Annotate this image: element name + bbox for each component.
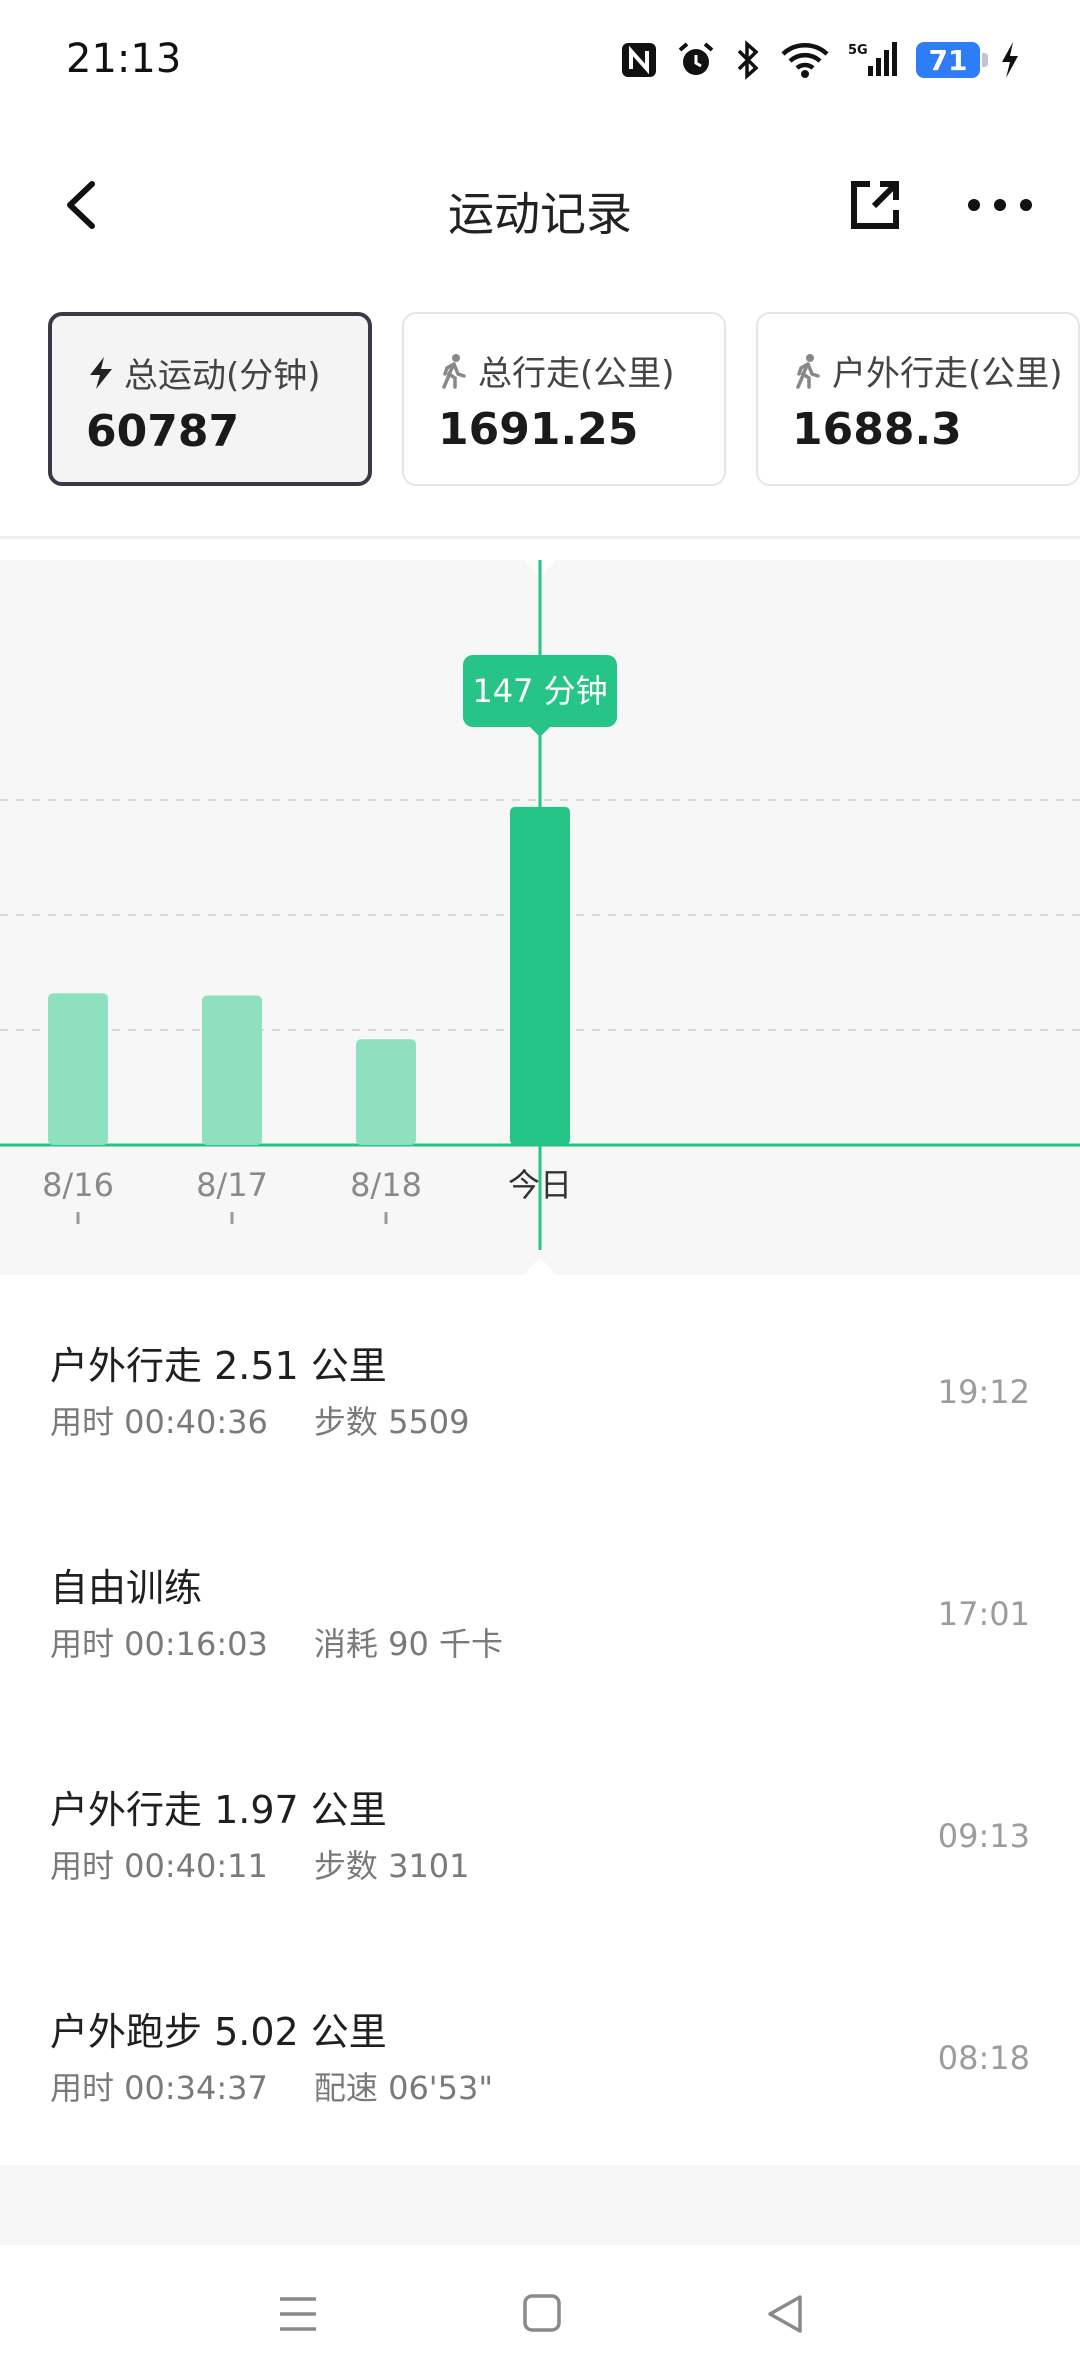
record-title: 户外行走 2.51 公里 — [50, 1344, 387, 1388]
app-header: 运动记录 — [0, 140, 1080, 270]
card-outdoor-walk[interactable]: 户外行走(公里) 1688.3 — [756, 312, 1080, 486]
nfc-icon — [620, 41, 658, 79]
record-duration: 用时 00:40:11 — [50, 1847, 268, 1885]
list-footer-space — [0, 2165, 1080, 2245]
record-details: 用时 00:40:36 步数 5509 — [50, 1397, 470, 1443]
charging-icon — [998, 40, 1022, 80]
card-label: 户外行走(公里) — [832, 354, 1063, 394]
wifi-icon — [780, 40, 830, 80]
system-navigation-bar — [0, 2245, 1080, 2376]
record-duration: 用时 00:16:03 — [50, 1625, 268, 1663]
page-title: 运动记录 — [448, 187, 632, 241]
exercise-chart[interactable]: 8/16 8/17 8/18 今日 147 分钟 — [0, 560, 1080, 1275]
walk-icon — [796, 353, 820, 389]
tooltip-pointer — [530, 727, 550, 737]
more-button[interactable] — [960, 170, 1040, 240]
record-metric: 消耗 90 千卡 — [313, 1625, 503, 1663]
battery-level: 71 — [928, 43, 968, 77]
battery-icon: 71 — [916, 42, 988, 78]
home-button[interactable] — [512, 2289, 572, 2339]
card-value: 1688.3 — [792, 404, 962, 455]
record-time: 17:01 — [937, 1595, 1030, 1633]
record-duration: 用时 00:40:36 — [50, 1403, 268, 1441]
record-item[interactable]: 自由训练用时 00:16:03 消耗 90 千卡 17:01 — [0, 1497, 1080, 1719]
indicator-notch-bottom — [524, 1257, 556, 1275]
cellular-signal-icon: 5G — [848, 40, 898, 80]
x-tick-label: 今日 — [508, 1166, 572, 1204]
tooltip-label: 147 分钟 — [472, 672, 607, 710]
summary-cards: 总运动(分钟) 60787 总行走(公里) 1691.25 户外行走(公里) 1… — [0, 312, 1080, 492]
record-item[interactable]: 户外行走 2.51 公里用时 00:40:36 步数 5509 19:12 — [0, 1275, 1080, 1497]
record-title: 自由训练 — [50, 1566, 203, 1610]
record-metric: 配速 06'53" — [313, 2069, 494, 2107]
record-time: 08:18 — [937, 2039, 1030, 2077]
walk-icon — [442, 353, 466, 389]
card-value: 60787 — [86, 406, 240, 457]
x-tick-label: 8/18 — [350, 1166, 422, 1204]
record-metric: 步数 5509 — [313, 1403, 470, 1441]
bar-8/18 — [356, 1039, 416, 1145]
record-time: 19:12 — [937, 1373, 1030, 1411]
card-label: 总运动(分钟) — [124, 356, 321, 396]
triangle-back-icon — [768, 2295, 802, 2333]
bluetooth-icon — [734, 40, 762, 80]
back-nav-button[interactable] — [756, 2289, 816, 2339]
share-icon — [851, 181, 899, 229]
record-title: 户外跑步 5.02 公里 — [50, 2010, 387, 2054]
share-button[interactable] — [840, 170, 910, 240]
alarm-icon — [676, 40, 716, 80]
square-icon — [523, 2294, 561, 2332]
record-item[interactable]: 户外跑步 5.02 公里用时 00:34:37 配速 06'53" 08:18 — [0, 1941, 1080, 2163]
status-bar: 21:13 5G 71 — [0, 0, 1080, 130]
network-type: 5G — [848, 43, 868, 58]
record-duration: 用时 00:34:37 — [50, 2069, 268, 2107]
record-metric: 步数 3101 — [313, 1847, 470, 1885]
bar-8/16 — [48, 993, 108, 1145]
x-tick-label: 8/17 — [196, 1166, 268, 1204]
more-dots-icon — [968, 199, 1032, 211]
record-item[interactable]: 户外行走 1.97 公里用时 00:40:11 步数 3101 09:13 — [0, 1719, 1080, 1941]
menu-lines-icon — [280, 2297, 316, 2331]
record-details: 用时 00:34:37 配速 06'53" — [50, 2063, 493, 2109]
lightning-icon — [90, 356, 112, 389]
record-title: 户外行走 1.97 公里 — [50, 1788, 387, 1832]
divider — [0, 536, 1080, 539]
status-time: 21:13 — [66, 36, 182, 82]
card-total-walk[interactable]: 总行走(公里) 1691.25 — [402, 312, 726, 486]
card-total-exercise[interactable]: 总运动(分钟) 60787 — [48, 312, 372, 486]
record-time: 09:13 — [937, 1817, 1030, 1855]
recents-button[interactable] — [268, 2289, 328, 2339]
status-icons: 5G 71 — [620, 40, 1022, 80]
bar-8/17 — [202, 995, 262, 1145]
bar-chart[interactable]: 8/16 8/17 8/18 今日 147 分钟 — [0, 560, 1080, 1275]
card-value: 1691.25 — [438, 404, 639, 455]
bar-今日 — [510, 806, 570, 1145]
record-details: 用时 00:40:11 步数 3101 — [50, 1841, 470, 1887]
record-details: 用时 00:16:03 消耗 90 千卡 — [50, 1619, 503, 1665]
x-tick-label: 8/16 — [42, 1166, 114, 1204]
card-label: 总行走(公里) — [478, 354, 675, 394]
workout-records-list: 户外行走 2.51 公里 用时 00:40:36 步数 5509 19:12 自由训练用… — [0, 1275, 1080, 2163]
